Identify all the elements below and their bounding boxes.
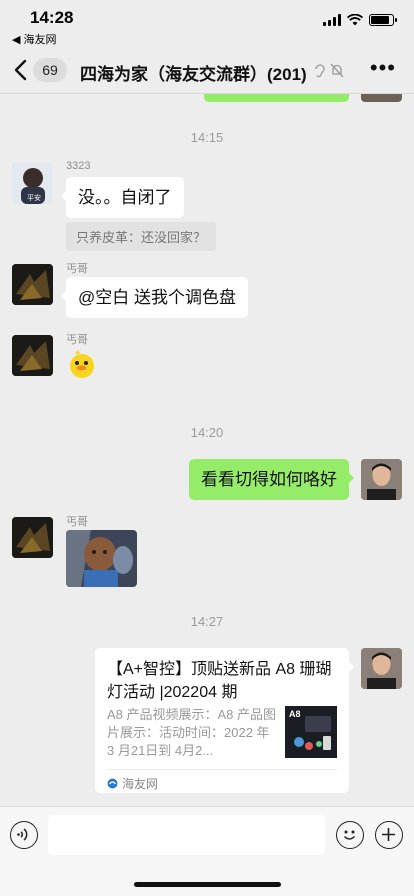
more-options-button[interactable]: ••• [370,57,396,79]
mute-bell-icon [330,63,344,78]
self-avatar[interactable] [361,94,402,102]
time-label: 14:15 [190,130,224,145]
sender-name: 丐哥 [66,263,88,275]
image-message[interactable] [66,530,137,587]
plus-icon [382,828,395,841]
message-bubble[interactable]: @空白 送我个调色盘 [61,277,248,318]
own-message-bubble[interactable]: 看看切得如何咯好 [189,459,354,500]
time-label: 14:27 [190,614,224,629]
link-card-description: A8 产品视频展示：A8 产品图片展示：活动时间：2022 年 3 月21日到 … [107,707,277,758]
ear-icon [315,64,325,78]
duck-sticker[interactable] [66,348,98,380]
status-time: 14:28 [30,8,74,27]
quoted-message[interactable]: 只养皮革：还没回家？ [66,222,217,251]
status-icons [323,14,397,26]
avatar[interactable] [12,335,53,376]
signal-icon [323,14,341,26]
voice-input-button[interactable] [10,821,38,849]
back-to-app-link[interactable]: ◀ 海友网 [12,31,57,47]
header-status-icons [314,62,344,78]
link-card-title: 【A+智控】顶贴送新品 A8 珊瑚灯活动 |202204 期 [107,661,332,701]
source-logo-icon [107,778,118,789]
sender-name: 3323 [66,160,91,172]
chat-header: 69 四海为家（海友交流群）(201) ••• [0,48,414,94]
divider [107,769,337,770]
unread-count-badge[interactable]: 69 [33,58,67,82]
link-card-source-name: 海友网 [122,777,159,791]
battery-icon [369,14,397,26]
emoji-icon [343,830,356,840]
link-card-source: 海友网 [107,775,158,792]
message-list[interactable]: 14:15 平安 3323 没。。自闭了 只养皮革：还没回家？ 丐哥 @空白 送… [0,94,414,806]
message-input[interactable] [48,815,325,855]
avatar[interactable] [12,264,53,305]
message-bubble[interactable]: 没。。自闭了 [61,177,184,218]
time-label: 14:20 [190,425,224,440]
home-indicator [134,882,281,887]
avatar[interactable] [12,517,53,558]
emoji-button[interactable] [336,821,364,849]
svg-text:平安: 平安 [27,193,41,202]
self-avatar[interactable] [361,459,402,500]
more-actions-button[interactable] [375,821,403,849]
link-card[interactable]: 【A+智控】顶贴送新品 A8 珊瑚灯活动 |202204 期 A8 产品视频展示… [95,648,354,793]
thumbnail-label: A8 [289,709,301,719]
sender-name: 丐哥 [66,516,88,528]
back-arrow-icon[interactable] [10,58,32,82]
sender-name: 丐哥 [66,334,88,346]
link-card-thumbnail: A8 [285,706,337,758]
previous-message-bubble[interactable] [204,94,349,102]
avatar[interactable]: 平安 [12,163,53,204]
wifi-icon [347,14,363,26]
self-avatar[interactable] [361,648,402,689]
voice-icon [17,828,28,841]
status-bar: 14:28 ◀ 海友网 [0,0,414,48]
chat-title: 四海为家（海友交流群）(201) [80,65,307,84]
